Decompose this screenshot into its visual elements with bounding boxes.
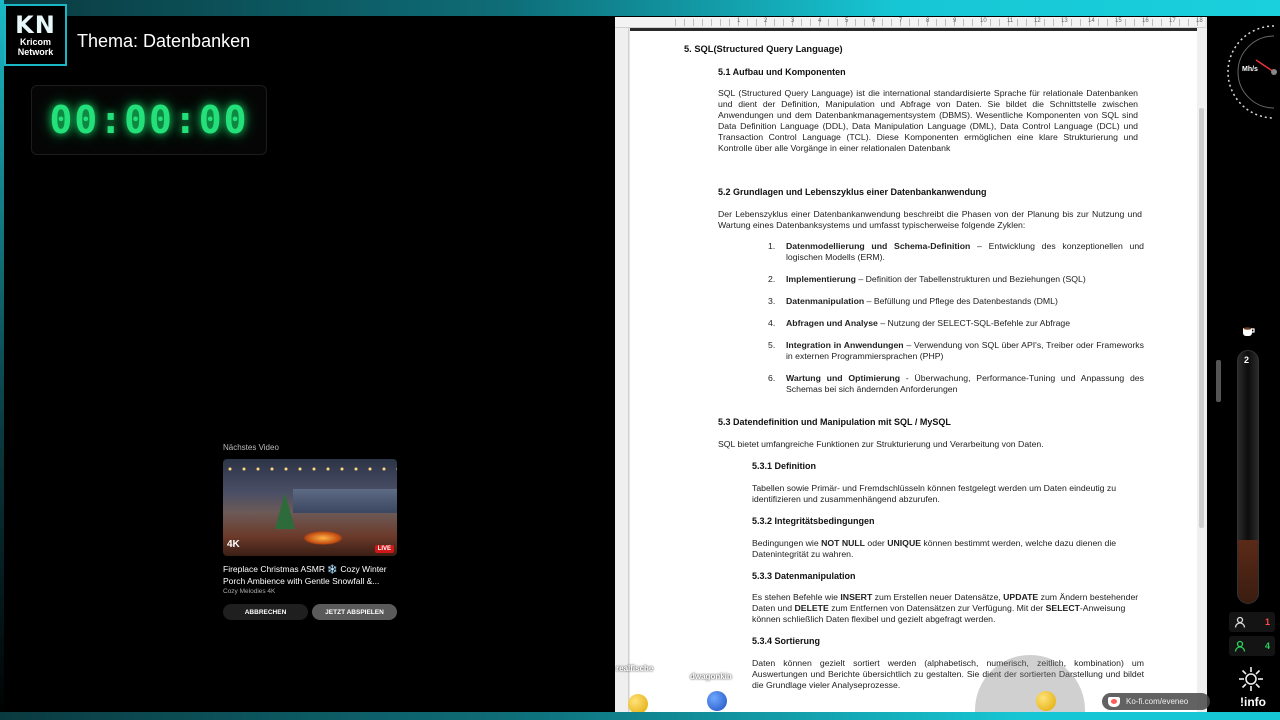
viewer-count: 1	[1229, 612, 1275, 632]
live-badge: LIVE	[374, 545, 394, 553]
coffee-fill-tube	[1237, 350, 1259, 604]
list-item-text: – Definition der Tabellenstrukturen und …	[856, 274, 1086, 284]
paragraph-5-3-3: Es stehen Befehle wie INSERT zum Erstell…	[752, 592, 1142, 625]
user-icon	[1234, 616, 1246, 628]
list-item-title: Abfragen und Analyse	[786, 318, 878, 328]
info-command: !info	[1240, 695, 1266, 709]
lake-scene	[293, 489, 397, 513]
heading-5-3-2: 5.3.2 Integritätsbedingungen	[752, 516, 875, 526]
list-item-text: – Befüllung und Pflege des Datenbestands…	[864, 296, 1058, 306]
next-video-thumbnail[interactable]: 4K LIVE	[223, 459, 397, 556]
list-item: 6. Wartung und Optimierung - Überwachung,…	[768, 373, 1144, 395]
tube-count: 2	[1244, 355, 1250, 365]
heading-5-3-1: 5.3.1 Definition	[752, 461, 817, 471]
timer-value: 00:00:00	[49, 98, 249, 142]
kofi-badge[interactable]: Ko-fi.com/eveneo	[1102, 693, 1210, 710]
kofi-cup-icon	[1108, 696, 1120, 707]
cancel-button[interactable]: ABBRECHEN	[223, 604, 308, 620]
coffee-icon	[1243, 327, 1255, 336]
paragraph-5-3-4: Daten können gezielt sortiert werden (al…	[752, 658, 1144, 690]
keyword-not-null: NOT NULL	[821, 538, 865, 548]
ruler-ticks	[675, 19, 1205, 26]
4k-badge: 4K	[227, 539, 240, 550]
list-item-number: 2.	[768, 274, 776, 284]
logo-mark: KN	[15, 11, 56, 39]
next-video-title[interactable]: Fireplace Christmas ASMR ❄️ Cozy Winter …	[223, 563, 403, 587]
list-item: 2. Implementierung – Definition der Tabel…	[768, 274, 1144, 285]
theme-title: Thema: Datenbanken	[77, 31, 251, 51]
info-gear-icon	[1239, 667, 1263, 691]
text-run: oder	[865, 538, 888, 548]
active-count-value: 4	[1264, 641, 1270, 651]
heading-5-3-4: 5.3.4 Sortierung	[752, 636, 821, 646]
viewer-count-value: 1	[1264, 617, 1270, 627]
paragraph-5-3: SQL bietet umfangreiche Funktionen zur S…	[718, 439, 1044, 449]
list-item: 3. Datenmanipulation – Befüllung und Pfle…	[768, 296, 1144, 307]
overlay-username-2: dwagonkin	[690, 672, 732, 681]
paragraph-5-3-1: Tabellen sowie Primär- und Fremdschlüsse…	[752, 483, 1117, 504]
christmas-tree	[275, 493, 295, 529]
tube-fill	[1238, 540, 1258, 603]
list-item-number: 5.	[768, 340, 776, 350]
bottom-accent-strip	[0, 712, 1280, 720]
stream-overlay: KN Kricom Network Thema: Datenbanken 00:…	[0, 0, 1280, 720]
countdown-timer: 00:00:00	[31, 85, 267, 155]
paragraph-5-1: SQL (Structured Query Language) ist die …	[718, 88, 1138, 153]
text-run: Es stehen Befehle wie	[752, 592, 841, 602]
list-item-title: Implementierung	[786, 274, 856, 284]
horizontal-ruler[interactable]	[615, 17, 1205, 28]
fire-pit	[303, 531, 343, 545]
lifecycle-list: 1. Datenmodellierung und Schema-Definitio…	[768, 241, 1144, 406]
heading-5-1: 5.1 Aufbau und Komponenten	[718, 67, 846, 77]
play-now-button[interactable]: JETZT ABSPIELEN	[312, 604, 397, 620]
speed-unit: Mh/s	[1242, 66, 1258, 73]
user-active-icon	[1234, 640, 1246, 652]
list-item-title: Integration in Anwendungen	[786, 340, 904, 350]
scrollbar-thumb[interactable]	[1199, 108, 1204, 528]
list-item-number: 1.	[768, 241, 776, 251]
paragraph-5-2: Der Lebenszyklus einer Datenbankanwendun…	[718, 209, 1142, 230]
logo-line-1: Kricom	[19, 37, 51, 47]
vertical-ruler	[615, 28, 629, 712]
list-item-text: – Nutzung der SELECT-SQL-Befehle zur Abf…	[877, 318, 1071, 328]
list-item: 4. Abfragen und Analyse – Nutzung der SEL…	[768, 318, 1144, 329]
next-video-label: Nächstes Video	[223, 443, 279, 452]
text-run: Bedingungen wie	[752, 538, 822, 548]
keyword-update: UPDATE	[1003, 592, 1039, 602]
keyword-select: SELECT	[1045, 603, 1080, 613]
text-run: zum Entfernen von Datensätzen zur Verfüg…	[828, 603, 1046, 613]
paragraph-5-3-2: Bedingungen wie NOT NULL oder UNIQUE kön…	[752, 538, 1142, 560]
string-lights	[223, 463, 397, 475]
list-item-title: Wartung und Optimierung	[786, 373, 901, 383]
top-accent-strip	[0, 0, 1280, 16]
overlay-username-1: realfische	[616, 664, 654, 673]
list-item-title: Datenmanipulation	[786, 296, 865, 306]
list-item-number: 4.	[768, 318, 776, 328]
list-item: 5. Integration in Anwendungen – Verwendun…	[768, 340, 1144, 362]
document-scrollbar[interactable]	[1197, 28, 1207, 712]
text-run: zum Erstellen neuer Datensätze,	[872, 592, 1004, 602]
list-item-number: 3.	[768, 296, 776, 306]
blue-ball-icon	[707, 691, 727, 711]
heading-5-3-3: 5.3.3 Datenmanipulation	[752, 571, 856, 581]
list-item-number: 6.	[768, 373, 776, 383]
keyword-unique: UNIQUE	[887, 538, 922, 548]
heading-5-2: 5.2 Grundlagen und Lebenszyklus einer Da…	[718, 187, 987, 197]
yellow-ball-icon	[628, 694, 648, 714]
list-item-title: Datenmodellierung und Schema-Definition	[786, 241, 971, 251]
keyword-insert: INSERT	[840, 592, 873, 602]
left-accent-edge	[0, 0, 4, 720]
keyword-delete: DELETE	[794, 603, 829, 613]
list-item: 1. Datenmodellierung und Schema-Definitio…	[768, 241, 1144, 263]
kofi-link[interactable]: Ko-fi.com/eveneo	[1126, 697, 1188, 706]
heading-5-3: 5.3 Datendefinition und Manipulation mit…	[718, 417, 951, 427]
kricom-logo: KN Kricom Network	[4, 4, 67, 66]
active-count: 4	[1229, 636, 1275, 656]
heading-5: 5. SQL(Structured Query Language)	[684, 44, 843, 54]
next-video-channel[interactable]: Cozy Melodies 4K	[223, 588, 275, 595]
logo-line-2: Network	[17, 47, 54, 57]
yellow-ball-icon	[1036, 691, 1056, 711]
